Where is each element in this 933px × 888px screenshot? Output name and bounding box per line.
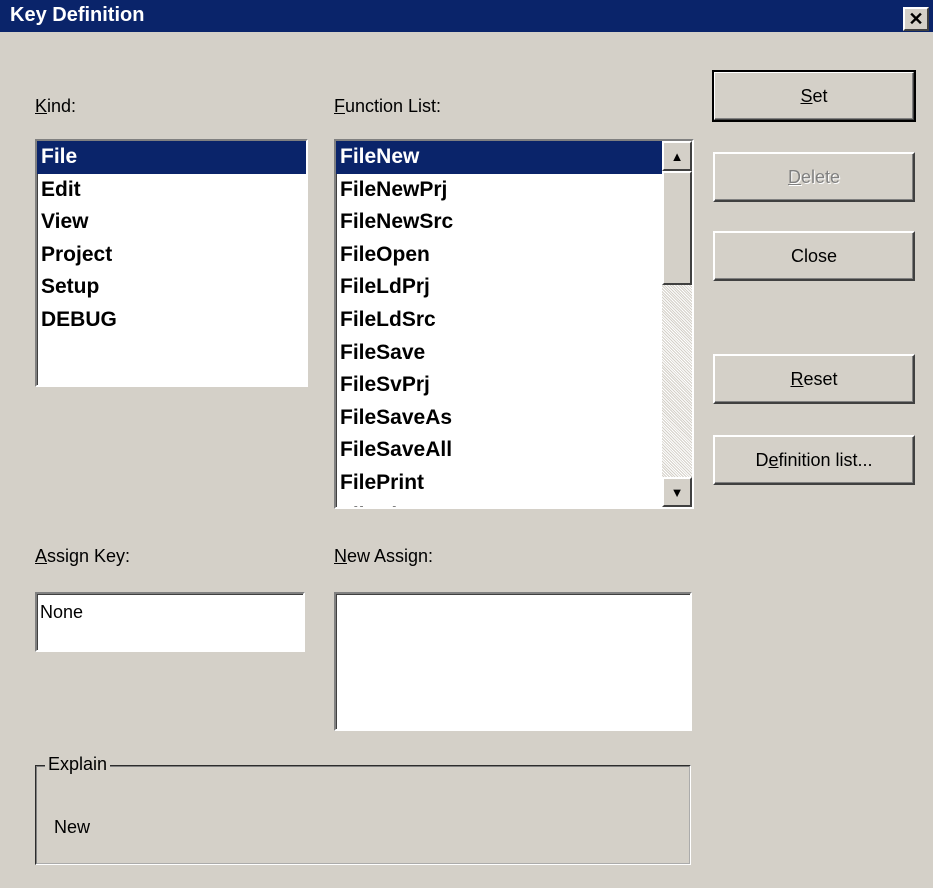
delete-button[interactable]: Delete [713,152,915,202]
kind-list-item[interactable]: Setup [37,271,306,304]
function-list-item[interactable]: FileSave [336,337,662,370]
close-glyph: ✕ [908,9,924,29]
new-assign-label-mnemonic: N [334,546,347,566]
function-list-items: FileNew FileNewPrj FileNewSrc FileOpen FileL… [336,141,662,507]
function-list-scrollbar[interactable]: ▲ ▼ [662,141,692,507]
reset-button-rest: eset [803,368,838,389]
explain-groupbox: Explain New [35,754,691,865]
scroll-thumb[interactable] [662,171,692,285]
kind-label-mnemonic: K [35,96,48,116]
definition-list-mnemonic: e [768,449,779,470]
assign-key-label: Assign Key: [35,546,130,567]
kind-list-item[interactable]: DEBUG [37,304,306,337]
title-bar: Key Definition [0,0,933,32]
scroll-up-arrow-icon: ▲ [670,148,684,164]
function-list-label-rest: unction List: [345,96,442,116]
function-list-label-mnemonic: F [334,96,345,116]
set-button-rest: et [812,85,828,106]
close-button-label: Close [790,245,838,266]
close-icon[interactable]: ✕ [903,7,929,31]
explain-text: New [54,817,91,837]
kind-label: Kind: [35,96,76,117]
kind-list-item[interactable]: Project [37,239,306,272]
reset-button-mnemonic: R [790,368,804,389]
definition-list-button[interactable]: De finition list... [713,435,915,485]
function-list-item[interactable]: FileOpen [336,239,662,272]
explain-title: Explain [45,754,111,775]
function-listbox[interactable]: FileNew FileNewPrj FileNewSrc FileOpen FileL… [334,139,694,509]
scroll-down-button[interactable]: ▼ [662,477,692,507]
new-assign-field[interactable] [334,592,692,731]
function-list-item[interactable]: FileCl [336,500,662,507]
definition-list-rest: finition list... [778,449,873,470]
new-assign-label-rest: ew Assign: [347,546,434,566]
function-list-item[interactable]: FilePrint [336,467,662,500]
function-list-item[interactable]: FileSvPrj [336,369,662,402]
kind-listbox[interactable]: File Edit View Project Setup DEBUG [35,139,308,387]
function-list-item[interactable]: FileNew [336,141,662,174]
assign-key-value: None [40,602,84,622]
assign-key-field: None [35,592,305,652]
function-list-label: Function List: [334,96,441,117]
reset-button[interactable]: Reset [713,354,915,404]
function-list-item[interactable]: FileNewPrj [336,174,662,207]
function-list-item[interactable]: FileLdPrj [336,271,662,304]
scroll-down-arrow-icon: ▼ [670,484,684,500]
set-button[interactable]: Set [712,70,916,122]
definition-list-pre: D [755,449,769,470]
scroll-up-button[interactable]: ▲ [662,141,692,171]
kind-list-item[interactable]: View [37,206,306,239]
assign-key-label-rest: ssign Key: [47,546,131,566]
kind-list-item[interactable]: Edit [37,174,306,207]
assign-key-label-mnemonic: A [35,546,48,566]
delete-button-rest: elete [800,166,841,187]
set-button-mnemonic: S [800,85,813,106]
delete-button-mnemonic: D [787,166,801,187]
function-list-item[interactable]: FileLdSrc [336,304,662,337]
new-assign-label: New Assign: [334,546,433,567]
kind-list-item[interactable]: File [37,141,306,174]
function-list-item[interactable]: FileNewSrc [336,206,662,239]
function-list-item[interactable]: FileSaveAs [336,402,662,435]
kind-label-rest: ind: [47,96,77,116]
close-button[interactable]: Close [713,231,915,281]
window-title: Key Definition [10,4,145,26]
function-list-item[interactable]: FileSaveAll [336,434,662,467]
